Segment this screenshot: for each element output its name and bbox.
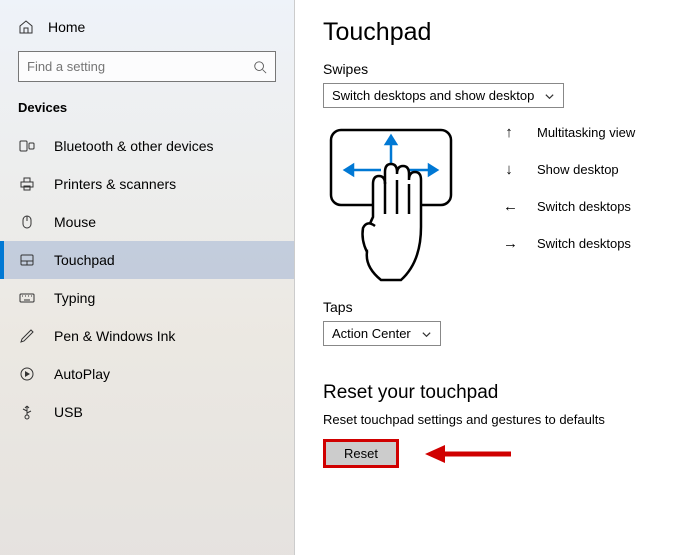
arrow-right-icon: → xyxy=(503,235,515,252)
gesture-label: Show desktop xyxy=(537,162,619,177)
sidebar-item-label: Mouse xyxy=(54,214,96,230)
settings-sidebar: Home Devices Bluetooth & other devices P… xyxy=(0,0,295,555)
swipes-dropdown-value: Switch desktops and show desktop xyxy=(332,88,534,103)
gesture-down: ↓ Show desktop xyxy=(503,161,635,178)
keyboard-icon xyxy=(18,290,36,306)
arrow-down-icon: ↓ xyxy=(503,161,515,178)
sidebar-item-touchpad[interactable]: Touchpad xyxy=(0,241,294,279)
gesture-right: → Switch desktops xyxy=(503,235,635,252)
search-icon xyxy=(245,58,275,76)
callout-arrow-icon xyxy=(423,443,513,465)
sidebar-item-printers[interactable]: Printers & scanners xyxy=(0,165,294,203)
gesture-label: Switch desktops xyxy=(537,236,631,251)
sidebar-item-label: Pen & Windows Ink xyxy=(54,328,175,344)
sidebar-section-header: Devices xyxy=(0,96,294,127)
swipes-dropdown[interactable]: Switch desktops and show desktop xyxy=(323,83,564,108)
sidebar-item-label: Bluetooth & other devices xyxy=(54,138,214,154)
search-input[interactable] xyxy=(19,59,245,74)
sidebar-item-label: Typing xyxy=(54,290,95,306)
home-label: Home xyxy=(48,19,85,35)
sidebar-item-usb[interactable]: USB xyxy=(0,393,294,431)
sidebar-item-autoplay[interactable]: AutoPlay xyxy=(0,355,294,393)
taps-dropdown[interactable]: Action Center xyxy=(323,321,441,346)
sidebar-item-label: Printers & scanners xyxy=(54,176,176,192)
swipes-label: Swipes xyxy=(323,61,700,77)
sidebar-item-pen-ink[interactable]: Pen & Windows Ink xyxy=(0,317,294,355)
sidebar-item-bluetooth[interactable]: Bluetooth & other devices xyxy=(0,127,294,165)
chevron-down-icon xyxy=(544,88,555,103)
arrow-up-icon: ↑ xyxy=(503,124,515,141)
sidebar-item-label: Touchpad xyxy=(54,252,115,268)
reset-button[interactable]: Reset xyxy=(323,439,399,468)
gesture-label: Switch desktops xyxy=(537,199,631,214)
gesture-legend: ↑ Multitasking view ↓ Show desktop ← Swi… xyxy=(503,122,635,287)
reset-section-title: Reset your touchpad xyxy=(323,382,700,404)
sidebar-home[interactable]: Home xyxy=(0,18,294,45)
taps-dropdown-value: Action Center xyxy=(332,326,411,341)
printer-icon xyxy=(18,176,36,192)
main-content: Touchpad Swipes Switch desktops and show… xyxy=(295,0,700,555)
bluetooth-icon xyxy=(18,138,36,154)
pen-icon xyxy=(18,328,36,344)
arrow-left-icon: ← xyxy=(503,198,515,215)
home-icon xyxy=(18,18,34,35)
sidebar-item-label: AutoPlay xyxy=(54,366,110,382)
usb-icon xyxy=(18,404,36,420)
sidebar-item-mouse[interactable]: Mouse xyxy=(0,203,294,241)
touchpad-icon xyxy=(18,252,36,268)
gesture-up: ↑ Multitasking view xyxy=(503,124,635,141)
touchpad-illustration xyxy=(323,122,463,287)
gesture-left: ← Switch desktops xyxy=(503,198,635,215)
chevron-down-icon xyxy=(421,326,432,341)
mouse-icon xyxy=(18,214,36,230)
search-box[interactable] xyxy=(18,51,276,82)
taps-label: Taps xyxy=(323,299,700,315)
reset-section-desc: Reset touchpad settings and gestures to … xyxy=(323,412,700,427)
sidebar-item-typing[interactable]: Typing xyxy=(0,279,294,317)
gesture-label: Multitasking view xyxy=(537,125,635,140)
sidebar-item-label: USB xyxy=(54,404,83,420)
page-title: Touchpad xyxy=(323,18,700,47)
autoplay-icon xyxy=(18,366,36,382)
